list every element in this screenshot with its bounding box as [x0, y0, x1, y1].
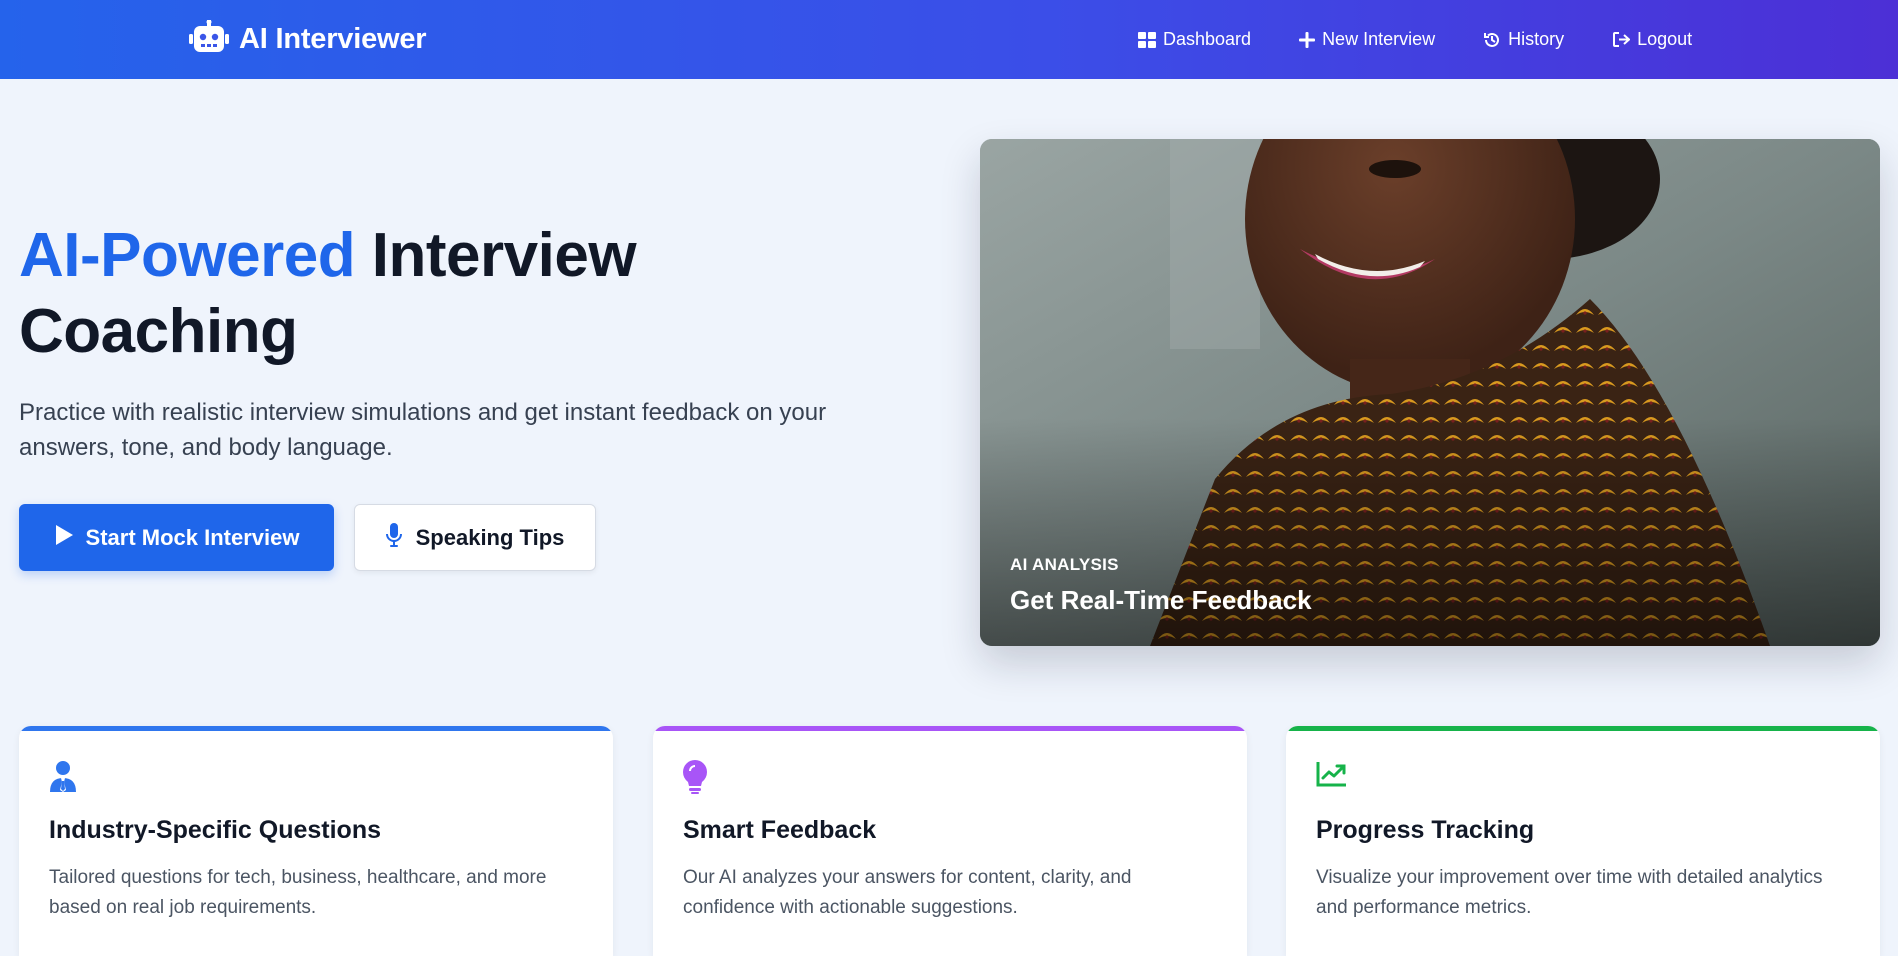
nav-history-label: History [1508, 29, 1565, 49]
card-accent-bar [19, 726, 613, 731]
user-tie-icon [49, 760, 77, 797]
brand-name: AI Interviewer [239, 23, 427, 55]
start-mock-interview-label: Start Mock Interview [85, 524, 300, 550]
nav-logout-label: Logout [1637, 29, 1693, 49]
feature-title: Smart Feedback [683, 816, 877, 844]
robot-icon [189, 19, 229, 59]
nav-history[interactable]: History [1483, 29, 1564, 50]
card-accent-bar [1286, 726, 1880, 731]
image-caption-title: Get Real-Time Feedback [1010, 585, 1312, 615]
feature-card-progress-tracking: Progress Tracking Visualize your improve… [1286, 726, 1880, 956]
hero-title: AI-Powered Interview Coaching [19, 218, 779, 370]
hero-title-rest-2: Coaching [19, 297, 298, 366]
feature-description: Our AI analyzes your answers for content… [683, 867, 1132, 918]
hero-title-rest-1: Interview [371, 221, 637, 290]
feature-card-industry-questions: Industry-Specific Questions Tailored que… [19, 726, 613, 956]
history-icon [1483, 31, 1501, 49]
feature-title: Progress Tracking [1316, 816, 1535, 844]
nav-dashboard[interactable]: Dashboard [1138, 29, 1251, 50]
lightbulb-icon [683, 760, 707, 799]
nav-dashboard-label: Dashboard [1163, 29, 1252, 49]
nav-links: Dashboard New Interview History Logout [1138, 0, 1692, 79]
feature-title: Industry-Specific Questions [49, 816, 382, 844]
hero-subtitle: Practice with realistic interview simula… [19, 399, 827, 461]
feature-description: Visualize your improvement over time wit… [1316, 867, 1823, 918]
card-accent-bar [653, 726, 1247, 731]
nav-new-interview-label: New Interview [1322, 29, 1436, 49]
top-navbar: AI Interviewer Dashboard New Interview H… [0, 0, 1898, 79]
image-caption-label: AI ANALYSIS [1010, 555, 1119, 574]
start-mock-interview-button[interactable]: Start Mock Interview [19, 504, 334, 571]
hero-image: AI ANALYSIS Get Real-Time Feedback [980, 139, 1880, 646]
image-caption: AI ANALYSIS Get Real-Time Feedback [1010, 555, 1312, 616]
speaking-tips-label: Speaking Tips [415, 524, 565, 550]
hero-title-accent: AI-Powered [19, 221, 356, 290]
feature-card-smart-feedback: Smart Feedback Our AI analyzes your answ… [653, 726, 1247, 956]
speaking-tips-button[interactable]: Speaking Tips [354, 504, 596, 571]
brand-link[interactable]: AI Interviewer [189, 0, 427, 79]
plus-icon [1299, 31, 1316, 48]
microphone-icon [385, 522, 402, 553]
chart-line-icon [1316, 760, 1348, 793]
grid-icon [1138, 31, 1156, 48]
play-icon [54, 524, 74, 552]
feature-description: Tailored questions for tech, business, h… [49, 867, 547, 918]
nav-new-interview[interactable]: New Interview [1299, 29, 1435, 50]
nav-logout[interactable]: Logout [1612, 29, 1692, 50]
logout-icon [1612, 31, 1631, 48]
